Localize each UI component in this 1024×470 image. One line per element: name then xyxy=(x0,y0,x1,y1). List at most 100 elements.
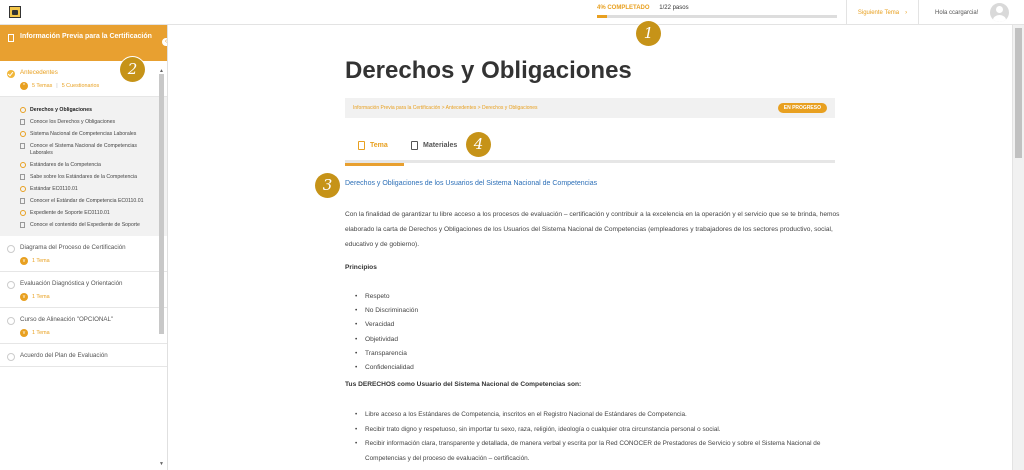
sidebar-section-header[interactable]: Información Previa para la Certificación… xyxy=(0,25,167,61)
meta-separator: | xyxy=(56,83,58,89)
topic-circle-icon xyxy=(20,131,26,137)
topic-circle-icon xyxy=(20,107,26,113)
tab-tema[interactable]: Tema xyxy=(345,141,404,166)
next-topic-label: Siguiente Tema xyxy=(857,9,900,16)
chevron-down-icon[interactable]: v xyxy=(20,257,28,265)
quiz-item[interactable]: Conoce los Derechos y Obligaciones xyxy=(0,117,167,129)
user-menu[interactable]: Hola ccargarcia! xyxy=(918,0,1024,25)
quiz-item[interactable]: Conocer el Estándar de Competencia EC011… xyxy=(0,196,167,208)
lesson-meta[interactable]: v 1 Tema xyxy=(20,257,159,265)
topic-circle-icon xyxy=(20,186,26,192)
user-greeting: Hola ccargarcia! xyxy=(935,9,979,16)
progress-label: 4% COMPLETADO xyxy=(597,5,650,11)
lesson-meta[interactable]: ^ 5 Temas | 5 Cuestionarios xyxy=(20,82,159,90)
page-scroll-thumb[interactable] xyxy=(1015,28,1022,158)
callout-marker: 2 xyxy=(120,57,145,82)
topic-item[interactable]: Expediente de Soporte EC0110.01 xyxy=(0,208,167,220)
progress-steps: 1/22 pasos xyxy=(659,5,689,11)
content-tabs: Tema Materiales xyxy=(345,133,835,166)
main-content: Derechos y Obligaciones Información Prev… xyxy=(169,25,1012,470)
lesson-quiz-count: 5 Cuestionarios xyxy=(61,83,100,89)
course-logo-icon[interactable] xyxy=(9,6,21,18)
callout-marker: 3 xyxy=(315,173,340,198)
principios-heading: Principios xyxy=(345,264,377,271)
principios-list: Respeto No Discriminación Veracidad Obje… xyxy=(355,290,418,375)
lesson-temas-count: 1 Tema xyxy=(32,330,50,336)
breadcrumb-bar: Información Previa para la Certificación… xyxy=(345,98,835,118)
topic-list: Derechos y Obligaciones Conoce los Derec… xyxy=(0,97,167,236)
lesson-meta[interactable]: v 1 Tema xyxy=(20,329,159,337)
sidebar-lesson-curso-alineacion[interactable]: Curso de Alineación "OPCIONAL" v 1 Tema xyxy=(0,308,167,344)
lesson-temas-count: 1 Tema xyxy=(32,258,50,264)
sidebar-lesson-acuerdo[interactable]: Acuerdo del Plan de Evaluación xyxy=(0,344,167,367)
lesson-temas-count: 5 Temas xyxy=(32,83,53,89)
topic-circle-icon xyxy=(20,162,26,168)
list-item: Libre acceso a los Estándares de Compete… xyxy=(355,408,845,423)
derechos-list: Libre acceso a los Estándares de Compete… xyxy=(355,408,845,466)
completed-check-icon xyxy=(7,70,15,78)
tab-materiales[interactable]: Materiales xyxy=(411,141,457,163)
page-title: Derechos y Obligaciones xyxy=(345,57,632,84)
lesson-title[interactable]: Acuerdo del Plan de Evaluación xyxy=(20,351,159,360)
list-item: No Discriminación xyxy=(355,304,418,318)
list-item: Recibir trato digno y respetuoso, sin im… xyxy=(355,423,845,438)
topic-item[interactable]: Estándares de la Competencia xyxy=(0,160,167,172)
list-item: Objetividad xyxy=(355,333,418,347)
collapse-sidebar-button[interactable]: ‹ xyxy=(161,37,167,47)
course-progress: 4% COMPLETADO 1/22 pasos xyxy=(597,5,837,18)
progress-bar xyxy=(597,15,837,18)
quiz-file-icon xyxy=(20,143,25,149)
list-item: Veracidad xyxy=(355,318,418,332)
status-badge: EN PROGRESO xyxy=(777,103,827,113)
quiz-item[interactable]: Conoce el Sistema Nacional de Competenci… xyxy=(0,141,167,160)
chevron-up-icon[interactable]: ^ xyxy=(20,82,28,90)
sidebar-scroll-thumb[interactable] xyxy=(159,74,164,334)
next-topic-button[interactable]: Siguiente Tema › xyxy=(846,0,918,25)
quiz-file-icon xyxy=(20,222,25,228)
lesson-title[interactable]: Diagrama del Proceso de Certificación xyxy=(20,243,159,252)
document-icon xyxy=(8,34,14,42)
quiz-file-icon xyxy=(20,174,25,180)
incomplete-circle-icon xyxy=(7,317,15,325)
derechos-heading: Tus DERECHOS como Usuario del Sistema Na… xyxy=(345,381,582,388)
book-icon xyxy=(411,141,418,150)
breadcrumb[interactable]: Información Previa para la Certificación… xyxy=(353,105,538,111)
page-scrollbar[interactable] xyxy=(1012,25,1024,470)
topic-item[interactable]: Estándar EC0110.01 xyxy=(0,184,167,196)
incomplete-circle-icon xyxy=(7,353,15,361)
list-item: Transparencia xyxy=(355,347,418,361)
lesson-title[interactable]: Evaluación Diagnóstica y Orientación xyxy=(20,279,159,288)
tab-label: Tema xyxy=(370,142,388,149)
topic-circle-icon xyxy=(20,210,26,216)
avatar[interactable] xyxy=(990,3,1010,22)
document-icon xyxy=(358,141,365,150)
progress-bar-fill xyxy=(597,15,607,18)
callout-marker: 4 xyxy=(466,132,491,157)
scroll-down-icon[interactable]: ▼ xyxy=(158,461,165,467)
content-subheading-link[interactable]: Derechos y Obligaciones de los Usuarios … xyxy=(345,180,597,187)
chevron-down-icon[interactable]: v xyxy=(20,293,28,301)
section-title: Información Previa para la Certificación xyxy=(20,33,152,40)
course-sidebar: Información Previa para la Certificación… xyxy=(0,25,168,470)
chevron-down-icon[interactable]: v xyxy=(20,329,28,337)
sidebar-lesson-diagrama[interactable]: Diagrama del Proceso de Certificación v … xyxy=(0,236,167,272)
chevron-right-icon: › xyxy=(905,9,908,16)
intro-paragraph: Con la finalidad de garantizar tu libre … xyxy=(345,211,840,248)
quiz-file-icon xyxy=(20,198,25,204)
sidebar-scrollbar[interactable]: ▲ ▼ xyxy=(158,68,165,467)
incomplete-circle-icon xyxy=(7,245,15,253)
lesson-title[interactable]: Curso de Alineación "OPCIONAL" xyxy=(20,315,159,324)
list-item: Recibir información clara, transparente … xyxy=(355,437,845,466)
lesson-temas-count: 1 Tema xyxy=(32,294,50,300)
lesson-meta[interactable]: v 1 Tema xyxy=(20,293,159,301)
incomplete-circle-icon xyxy=(7,281,15,289)
list-item: Confidencialidad xyxy=(355,361,418,375)
topic-item[interactable]: Derechos y Obligaciones xyxy=(0,105,167,117)
quiz-file-icon xyxy=(20,119,25,125)
quiz-item[interactable]: Sabe sobre los Estándares de la Competen… xyxy=(0,172,167,184)
callout-marker: 1 xyxy=(636,21,661,46)
list-item: Respeto xyxy=(355,290,418,304)
topic-item[interactable]: Sistema Nacional de Competencias Laboral… xyxy=(0,129,167,141)
sidebar-lesson-evaluacion[interactable]: Evaluación Diagnóstica y Orientación v 1… xyxy=(0,272,167,308)
quiz-item[interactable]: Conoce el contenido del Expediente de So… xyxy=(0,220,167,232)
